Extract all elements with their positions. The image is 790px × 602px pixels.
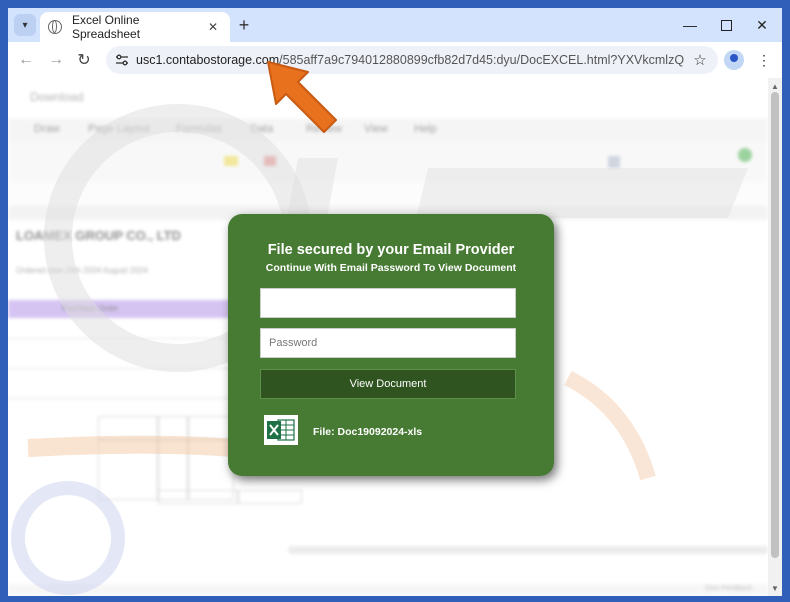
scroll-down-icon[interactable]: ▼ [771,584,779,593]
sheet-gridline [8,338,238,339]
reload-button[interactable]: ↻ [74,50,94,70]
address-bar[interactable]: usc1.contabostorage.com/585aff7a9c794012… [106,46,718,74]
order-date: Ordered date 24th 2024 August 2024 [16,266,148,275]
url-host: usc1.contabostorage.com [136,53,280,67]
menu-item: View [364,123,388,135]
reload-icon: ↻ [77,52,91,69]
ribbon-icon [264,156,276,166]
close-tab-icon[interactable]: ✕ [204,18,222,36]
bookmark-star-icon[interactable]: ☆ [690,50,710,70]
url-text: usc1.contabostorage.com/585aff7a9c794012… [136,53,684,67]
browser-window: ▾ Excel Online Spreadsheet ✕ + — ✕ ← → ↻ [8,8,782,596]
maximize-button[interactable] [716,15,736,35]
person-icon [730,54,738,62]
status-text: Give Feedback [704,585,752,592]
file-label: File: Doc19092024-xls [313,426,423,438]
horizontal-scrollbar [288,546,768,554]
tab-title: Excel Online Spreadsheet [72,13,141,41]
ribbon-icon [608,156,620,168]
purple-bar-text: Purchase Order [62,304,119,313]
view-document-button[interactable]: View Document [260,369,516,399]
tab-excel-online[interactable]: Excel Online Spreadsheet ✕ [40,12,230,42]
download-link: Download [30,90,84,104]
ribbon-icon [224,156,238,166]
email-field[interactable] [260,288,516,318]
forward-button[interactable]: → [46,50,66,70]
ribbon-toolbar [8,142,768,182]
menu-item: Draw [34,123,60,135]
password-field[interactable] [260,328,516,358]
purple-header-bar: Purchase Order [8,300,240,318]
ribbon-menu: Draw Page Layout Formulas Data Review Vi… [8,118,768,142]
scrollbar-thumb[interactable] [771,92,779,558]
close-window-button[interactable]: ✕ [752,15,772,35]
sheet-cell [98,440,158,500]
dialog-title: File secured by your Email Provider [267,242,515,258]
browser-menu-button[interactable]: ⋮ [754,50,774,70]
forward-arrow-icon: → [48,51,64,68]
minimize-button[interactable]: — [680,15,700,35]
sheet-cell [158,490,238,504]
status-bar: Give Feedback [8,584,768,596]
back-arrow-icon: ← [18,51,34,68]
scroll-up-icon[interactable]: ▲ [771,82,779,91]
maximize-icon [720,19,732,31]
site-settings-icon[interactable] [112,50,132,70]
tab-strip: ▾ Excel Online Spreadsheet ✕ + — ✕ [8,8,782,42]
chevron-down-icon: ▾ [22,19,28,31]
back-button[interactable]: ← [16,50,36,70]
sheet-cell [98,416,158,440]
vertical-scrollbar[interactable]: ▲ ▼ [768,78,782,596]
browser-toolbar: ← → ↻ usc1.contabostorage.com/585aff7a9c… [8,42,782,78]
globe-icon [48,20,62,34]
page-content: Download Draw Page Layout Formulas Data … [8,78,782,596]
tab-search-button[interactable]: ▾ [14,14,36,36]
company-name: LOAMEX GROUP CO., LTD [16,228,181,243]
pointer-arrow-icon [267,61,337,133]
sheet-gridline [8,398,238,399]
ribbon-icon [738,148,752,162]
menu-item: Page Layout [88,123,150,135]
profile-avatar[interactable] [724,50,744,70]
sheet-gridline [8,368,238,369]
menu-item: Formulas [176,123,222,135]
formula-bar [8,182,768,207]
sheet-cell [158,416,188,440]
menu-item: Help [414,123,437,135]
sheet-cell [238,490,302,504]
dialog-subtitle: Continue With Email Password To View Doc… [265,262,517,274]
login-dialog: File secured by your Email Provider Cont… [228,214,554,476]
new-tab-button[interactable]: + [234,15,254,35]
excel-icon [264,415,298,445]
